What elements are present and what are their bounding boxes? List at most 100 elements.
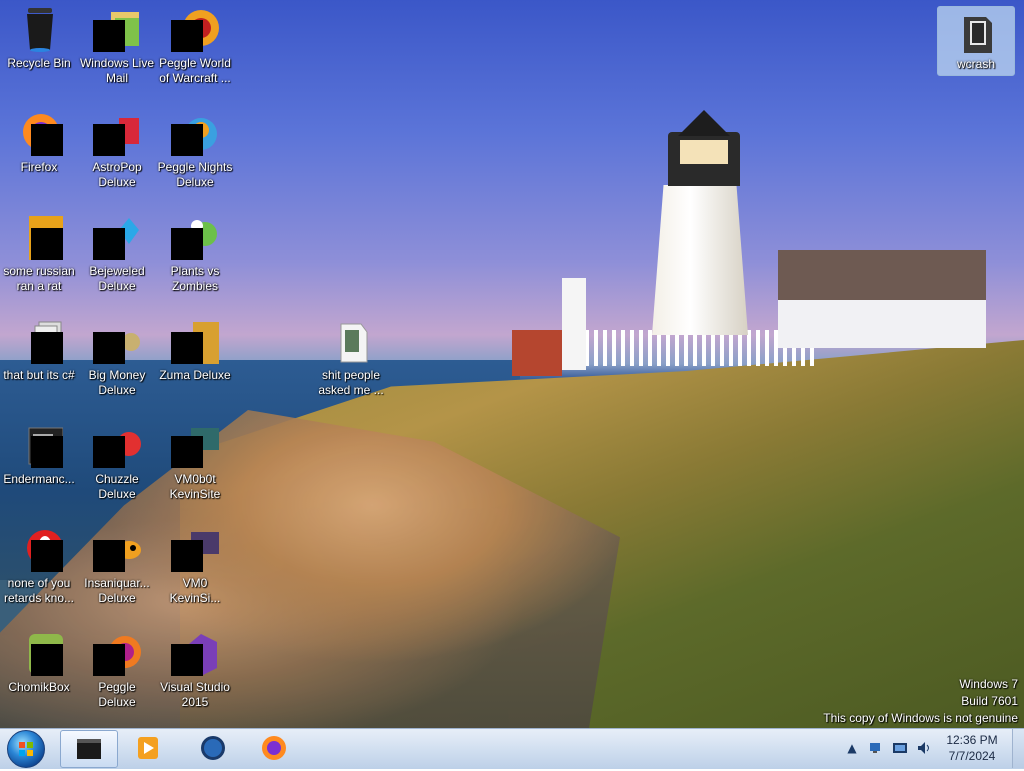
redaction-mask <box>93 436 125 468</box>
mail-icon <box>93 6 141 54</box>
desktop-icon-windows-live-mail[interactable]: Windows Live Mail <box>78 6 156 86</box>
recycle-bin-icon <box>15 6 63 54</box>
desktop-icon-zuma-deluxe[interactable]: Zuma Deluxe <box>156 318 234 383</box>
show-hidden-icons-arrow-icon[interactable]: ▲ <box>844 740 860 756</box>
desktop-icon-label: Zuma Deluxe <box>159 368 231 382</box>
redaction-mask <box>171 20 203 52</box>
stack-icon <box>15 318 63 366</box>
desktop-icon-that-but-its-csharp[interactable]: that but its c# <box>0 318 78 383</box>
desktop-icon-label: Plants vs Zombies <box>170 264 220 293</box>
desktop-icon-label: shit people asked me ... <box>318 368 384 397</box>
redaction-mask <box>171 644 203 676</box>
desktop-icon-label: VM0 KevinSi... <box>169 576 221 605</box>
chomikbox-icon <box>15 630 63 678</box>
redaction-mask <box>93 644 125 676</box>
redaction-mask <box>171 436 203 468</box>
desktop-icon-plants-vs-zombies[interactable]: Plants vs Zombies <box>156 214 234 294</box>
chuzzle-icon <box>93 422 141 470</box>
vm-icon <box>171 422 219 470</box>
redaction-mask <box>93 332 125 364</box>
redaction-mask <box>31 540 63 572</box>
opera-icon <box>15 526 63 574</box>
desktop-icon-label: Chuzzle Deluxe <box>95 472 139 501</box>
desktop[interactable]: Recycle Bin Firefox e some russian ran a… <box>0 0 1024 728</box>
desktop-icon-wcrash-selected[interactable]: wcrash <box>937 6 1015 76</box>
desktop-icon-endermanch[interactable]: Endermanc... <box>0 422 78 487</box>
redaction-mask <box>31 644 63 676</box>
wallpaper-house <box>778 300 986 348</box>
clock-time: 12:36 PM <box>946 733 998 747</box>
wallpaper-shed <box>512 330 562 376</box>
taskbar-item-media-player[interactable] <box>120 730 176 766</box>
bejeweled-icon <box>93 214 141 262</box>
redaction-mask <box>31 228 63 260</box>
desktop-icon-visual-studio-2015[interactable]: Visual Studio 2015 <box>156 630 234 710</box>
media-player-icon <box>133 734 163 762</box>
desktop-icon-label: Recycle Bin <box>7 56 71 70</box>
folder-icon <box>327 318 375 366</box>
redaction-mask <box>31 436 63 468</box>
desktop-icon-vm0b0t-kevinsite[interactable]: VM0b0t KevinSite <box>156 422 234 502</box>
desktop-icon-label: Big Money Deluxe <box>88 368 146 397</box>
watermark-genuine: This copy of Windows is not genuine <box>823 711 1018 725</box>
desktop-icon-label: Peggle Nights Deluxe <box>157 160 233 189</box>
desktop-icon-firefox[interactable]: Firefox <box>0 110 78 175</box>
desktop-icon-shit-people-asked-me[interactable]: shit people asked me ... <box>312 318 390 398</box>
redaction-mask <box>171 124 203 156</box>
exe-icon: e <box>15 214 63 262</box>
system-clock[interactable]: 12:36 PM 7/7/2024 <box>930 732 1014 764</box>
watermark-build: Build 7601 <box>961 694 1018 708</box>
desktop-icon-label: VM0b0t KevinSite <box>169 472 221 501</box>
desktop-icon-chuzzle-deluxe[interactable]: Chuzzle Deluxe <box>78 422 156 502</box>
desktop-icon-peggle-world-of-warcraft[interactable]: Peggle World of Warcraft ... <box>156 6 234 86</box>
watermark-os: Windows 7 <box>959 677 1018 691</box>
terminal-icon <box>15 422 64 470</box>
taskbar-item-globe[interactable] <box>185 730 241 766</box>
desktop-icon-label: none of you retards kno... <box>3 576 75 605</box>
desktop-icon-none-of-you-retards[interactable]: none of you retards kno... <box>0 526 78 606</box>
peggle-icon <box>93 630 141 678</box>
desktop-icon-peggle-deluxe[interactable]: Peggle Deluxe <box>78 630 156 710</box>
action-center-icon[interactable] <box>892 740 908 756</box>
desktop-icon-label: Peggle World of Warcraft ... <box>159 56 231 85</box>
taskbar-item-active-window[interactable] <box>60 730 118 768</box>
windows-logo-icon <box>7 730 45 768</box>
redaction-mask <box>31 124 63 156</box>
redaction-mask <box>93 540 125 572</box>
wallpaper-lighthouse-glass <box>680 140 728 164</box>
folder-icon <box>952 9 1000 57</box>
desktop-icon-label: Bejeweled Deluxe <box>89 264 145 293</box>
start-button[interactable] <box>4 730 48 768</box>
redaction-mask <box>171 228 203 260</box>
desktop-icon-chomikbox[interactable]: ChomikBox <box>0 630 78 695</box>
desktop-icon-recycle-bin[interactable]: Recycle Bin <box>0 6 78 71</box>
redaction-mask <box>171 540 203 572</box>
desktop-icon-big-money-deluxe[interactable]: Big Money Deluxe <box>78 318 156 398</box>
desktop-icon-some-russian-ran-a-rat[interactable]: e some russian ran a rat <box>0 214 78 294</box>
desktop-icon-insaniquarium-deluxe[interactable]: Insaniquar... Deluxe <box>78 526 156 606</box>
wallpaper-lighthouse-roof <box>678 110 730 136</box>
desktop-icon-astropop-deluxe[interactable]: AstroPop Deluxe <box>78 110 156 190</box>
desktop-icon-label: that but its c# <box>3 368 75 382</box>
astropop-icon <box>93 110 141 158</box>
network-icon[interactable] <box>868 740 884 756</box>
desktop-icon-label: Peggle Deluxe <box>98 680 136 709</box>
windows-not-genuine-watermark: Windows 7 Build 7601 This copy of Window… <box>823 676 1018 727</box>
fish-icon <box>93 526 141 574</box>
show-desktop-button[interactable] <box>1012 729 1024 768</box>
redaction-mask <box>93 124 125 156</box>
desktop-icon-label: some russian ran a rat <box>3 264 75 293</box>
desktop-icon-peggle-nights-deluxe[interactable]: Peggle Nights Deluxe <box>156 110 234 190</box>
desktop-icon-bejeweled-deluxe[interactable]: Bejeweled Deluxe <box>78 214 156 294</box>
globe-icon <box>198 734 228 762</box>
desktop-icon-label: Insaniquar... Deluxe <box>84 576 150 605</box>
taskbar-item-firefox[interactable] <box>246 730 302 766</box>
wallpaper-lighthouse-tower <box>652 185 748 335</box>
desktop-icon-label: ChomikBox <box>8 680 70 694</box>
wallpaper-bell-tower <box>562 278 586 370</box>
peggle-nights-icon <box>171 110 219 158</box>
redaction-mask <box>93 228 125 260</box>
peggle-icon <box>171 6 219 54</box>
desktop-icon-label: Windows Live Mail <box>79 56 155 85</box>
desktop-icon-vm0-kevinsi[interactable]: VM0 KevinSi... <box>156 526 234 606</box>
